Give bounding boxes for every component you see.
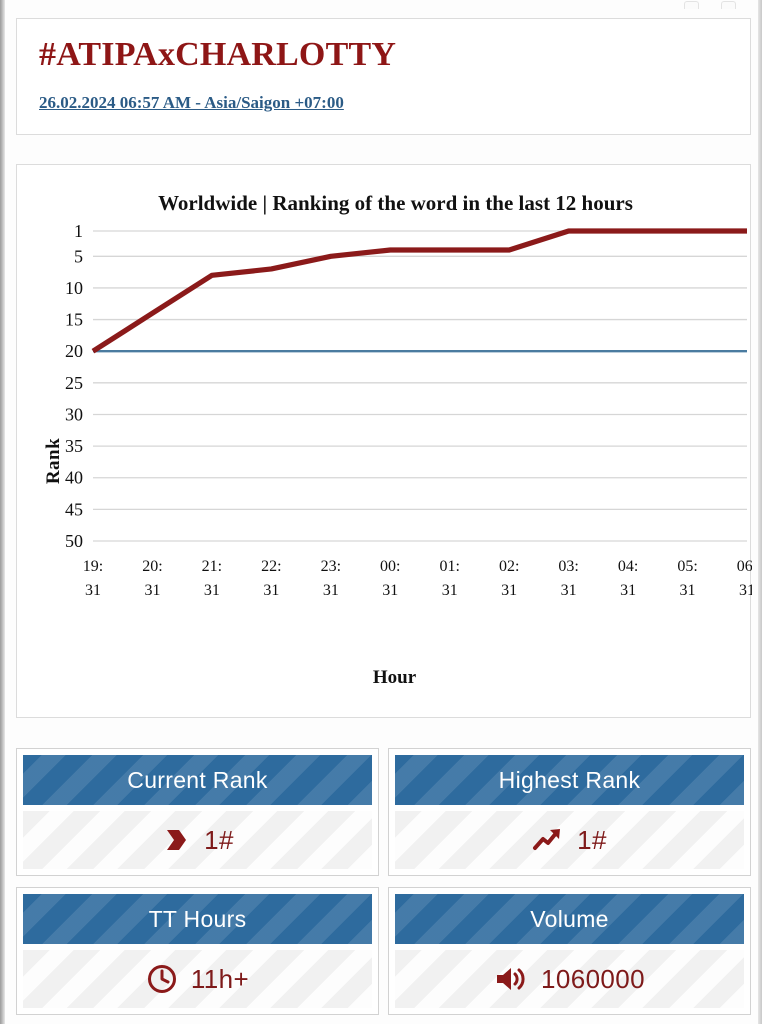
clipped-top-widget-item	[684, 1, 699, 9]
chart-y-tick-label: 30	[65, 404, 83, 424]
chart-x-tick-label: 31	[382, 582, 398, 599]
stat-card-tt-hours-value: 11h+	[190, 963, 250, 994]
chart-gridlines	[93, 230, 747, 542]
chart-x-tick-label: 20:	[142, 558, 162, 575]
chart-x-tick-label: 31	[323, 582, 339, 599]
stat-card-current-rank-value: 1#	[204, 824, 234, 855]
chart-x-tick-label: 00:	[380, 558, 400, 575]
stat-card-highest-rank-label: Highest Rank	[395, 755, 744, 805]
stat-card-row-bottom: TT Hours 11h+ Volume 1060000	[16, 887, 751, 1015]
chart-y-tick-label: 45	[65, 499, 83, 519]
chart-x-tick-label: 22:	[261, 558, 281, 575]
chart-y-tick-label: 1	[74, 221, 83, 241]
chart-x-tick-label: 31	[501, 582, 517, 599]
stat-card-highest-rank-body: 1#	[395, 811, 744, 869]
chart-x-tick-label: 31	[442, 582, 458, 599]
chart-x-tick-label: 31	[144, 582, 160, 599]
chart-y-ticks: 15101520253035404550	[65, 221, 83, 551]
stat-card-row-top: Current Rank 1# Highest Rank 1#	[16, 748, 751, 876]
chart-x-tick-label: 19:	[83, 558, 103, 575]
stat-card-tt-hours[interactable]: TT Hours 11h+	[16, 887, 379, 1015]
screen-bezel-right	[758, 0, 762, 1024]
chart-y-tick-label: 25	[65, 373, 83, 393]
chart-x-tick-label: 06:	[737, 558, 752, 575]
chart-y-tick-label: 20	[65, 341, 83, 361]
chart-y-tick-label: 40	[65, 468, 83, 488]
stat-card-highest-rank-value: 1#	[577, 824, 607, 855]
stat-card-volume-value: 1060000	[540, 963, 646, 994]
chart-x-ticks: 19: 31 20: 31 21: 31 22: 31 23: 31 00: 31 01: 31 02: 31…	[83, 558, 752, 599]
stat-card-highest-rank[interactable]: Highest Rank 1#	[388, 748, 751, 876]
stat-card-current-rank[interactable]: Current Rank 1#	[16, 748, 379, 876]
chevron-right-solid-icon	[161, 825, 191, 855]
chart-x-tick-label: 31	[680, 582, 696, 599]
rank-series-line	[91, 228, 747, 354]
page-root: #ATIPAxCHARLOTTY 26.02.2024 06:57 AM - A…	[5, 0, 758, 1024]
chart-y-tick-label: 5	[74, 246, 83, 266]
rank-line-chart: 15101520253035404550 19:3120:3121:3122:3…	[65, 221, 752, 599]
stat-card-tt-hours-body: 11h+	[23, 950, 372, 1008]
stat-card-volume-label: Volume	[395, 894, 744, 944]
page-title: #ATIPAxCHARLOTTY	[39, 36, 397, 73]
chart-x-tick-label: 02:	[499, 558, 519, 575]
chart-y-tick-label: 10	[65, 278, 83, 298]
chart-x-tick-label: 03:	[558, 558, 578, 575]
volume-speaker-icon	[494, 964, 528, 994]
chart-x-tick-label: 31	[204, 582, 220, 599]
header-panel: #ATIPAxCHARLOTTY 26.02.2024 06:57 AM - A…	[16, 18, 751, 135]
clock-icon	[146, 963, 178, 995]
chart-x-tick-label: 31	[263, 582, 279, 599]
trending-up-icon	[532, 825, 564, 855]
clipped-top-widget-item	[721, 1, 736, 9]
clipped-top-widget	[640, 0, 736, 9]
chart-y-tick-label: 50	[65, 531, 83, 551]
chart-panel: Worldwide | Ranking of the word in the l…	[16, 164, 752, 719]
stat-card-volume-body: 1060000	[395, 950, 744, 1008]
stat-card-tt-hours-label: TT Hours	[23, 894, 372, 944]
stat-card-current-rank-body: 1#	[23, 811, 372, 869]
chart-x-tick-label: 05:	[677, 558, 697, 575]
chart-x-tick-label: 04:	[618, 558, 638, 575]
stat-card-volume[interactable]: Volume 1060000	[388, 887, 751, 1015]
chart-plot-area: Rank Hour 1 5 10 15 20 25 30 35 40 45 50 19: 31 20: 3…	[17, 221, 752, 719]
chart-x-tick-label: 23:	[321, 558, 341, 575]
chart-y-tick-label: 35	[65, 436, 83, 456]
chart-title: Worldwide | Ranking of the word in the l…	[158, 191, 633, 215]
timestamp-link[interactable]: 26.02.2024 06:57 AM - Asia/Saigon +07:00	[39, 93, 344, 113]
chart-x-tick-label: 21:	[202, 558, 222, 575]
chart-x-tick-label: 31	[620, 582, 636, 599]
chart-x-tick-label: 31	[85, 582, 101, 599]
chart-x-tick-label: 01:	[440, 558, 460, 575]
chart-y-tick-label: 15	[65, 310, 83, 330]
stat-card-current-rank-label: Current Rank	[23, 755, 372, 805]
chart-x-tick-label: 31	[561, 582, 577, 599]
chart-x-tick-label: 31	[739, 582, 752, 599]
